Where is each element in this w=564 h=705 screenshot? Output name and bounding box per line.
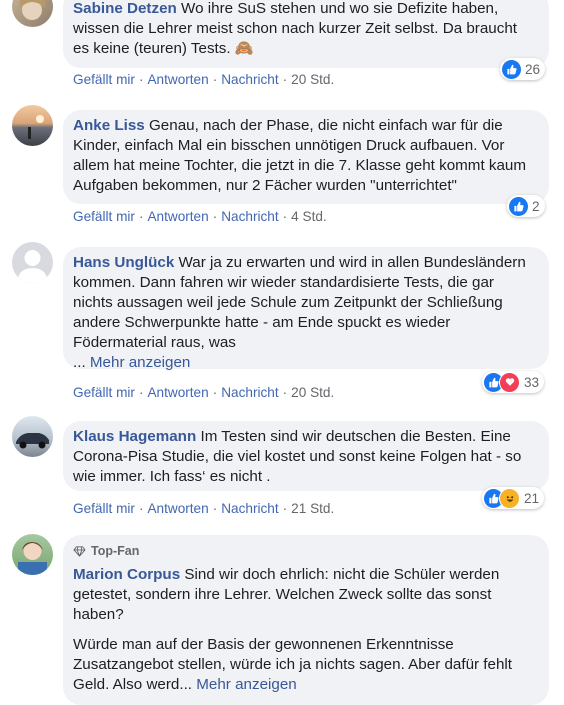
- haha-reaction-icon: [499, 487, 520, 509]
- reply-link[interactable]: Antworten: [147, 72, 208, 87]
- comment-bubble: Anke Liss Genau, nach der Phase, die nic…: [63, 110, 549, 204]
- like-link[interactable]: Gefällt mir: [73, 209, 135, 224]
- message-link[interactable]: Nachricht: [221, 209, 278, 224]
- reply-link[interactable]: Antworten: [147, 501, 208, 516]
- profile-photo-icon: [20, 0, 45, 20]
- avatar[interactable]: [12, 534, 53, 575]
- message-link[interactable]: Nachricht: [221, 501, 278, 516]
- comment-actions: Gefällt mir · Antworten · Nachricht · 21 Std.: [73, 501, 335, 516]
- avatar[interactable]: [12, 0, 53, 27]
- ellipsis: ...: [73, 354, 86, 371]
- avatar[interactable]: [12, 105, 53, 146]
- reply-link[interactable]: Antworten: [147, 385, 208, 400]
- comment-actions: Gefällt mir · Antworten · Nachricht · 20 Std.: [73, 72, 335, 87]
- like-link[interactable]: Gefällt mir: [73, 385, 135, 400]
- default-profile-icon: [17, 250, 48, 283]
- top-fan-label: Top-Fan: [91, 544, 140, 558]
- comment-bubble: Sabine Detzen Wo ihre SuS stehen und wo …: [63, 0, 549, 68]
- reaction-summary[interactable]: 26: [500, 58, 546, 80]
- comment-author[interactable]: Sabine Detzen: [73, 0, 177, 17]
- timestamp[interactable]: 4 Std.: [291, 209, 327, 224]
- reaction-count: 21: [524, 490, 540, 506]
- reply-link[interactable]: Antworten: [147, 209, 208, 224]
- like-reaction-icon: [509, 196, 528, 216]
- show-more-link[interactable]: Mehr anzeigen: [196, 676, 296, 693]
- message-link[interactable]: Nachricht: [221, 72, 278, 87]
- comment-actions: Gefällt mir · Antworten · Nachricht · 20 Std.: [73, 385, 335, 400]
- comment-bubble: Hans Unglück War ja zu erwarten und wird…: [63, 247, 549, 371]
- reaction-summary[interactable]: 2: [507, 195, 545, 217]
- reaction-summary[interactable]: 21: [482, 487, 545, 509]
- timestamp[interactable]: 21 Std.: [291, 501, 334, 516]
- like-link[interactable]: Gefällt mir: [73, 501, 135, 516]
- reaction-count: 2: [532, 198, 540, 214]
- profile-photo-icon: [28, 115, 44, 139]
- timestamp[interactable]: 20 Std.: [291, 72, 334, 87]
- message-link[interactable]: Nachricht: [221, 385, 278, 400]
- comment-bubble: Klaus Hagemann Im Testen sind wir deutsc…: [63, 421, 549, 491]
- reaction-summary[interactable]: 33: [482, 371, 545, 393]
- comment-author[interactable]: Hans Unglück: [73, 254, 174, 271]
- car-photo-icon: [16, 433, 49, 449]
- like-link[interactable]: Gefällt mir: [73, 72, 135, 87]
- avatar[interactable]: [12, 416, 53, 457]
- diamond-icon: [73, 545, 86, 557]
- reaction-count: 33: [524, 374, 540, 390]
- love-reaction-icon: [499, 371, 520, 393]
- comment-actions: Gefällt mir · Antworten · Nachricht · 4 Std.: [73, 209, 327, 224]
- like-reaction-icon: [502, 59, 521, 79]
- top-fan-badge: Top-Fan: [73, 541, 537, 561]
- monkey-emoji-icon: 🙈: [234, 40, 254, 57]
- reaction-count: 26: [525, 61, 541, 77]
- avatar[interactable]: [12, 242, 53, 283]
- comment-author[interactable]: Klaus Hagemann: [73, 428, 196, 445]
- comment-author[interactable]: Anke Liss: [73, 117, 145, 134]
- comment-bubble: Top-Fan Marion Corpus Sind wir doch ehrl…: [63, 535, 549, 705]
- show-more-link[interactable]: Mehr anzeigen: [90, 354, 190, 371]
- timestamp[interactable]: 20 Std.: [291, 385, 334, 400]
- comment-author[interactable]: Marion Corpus: [73, 566, 180, 583]
- profile-photo-icon: [18, 542, 47, 575]
